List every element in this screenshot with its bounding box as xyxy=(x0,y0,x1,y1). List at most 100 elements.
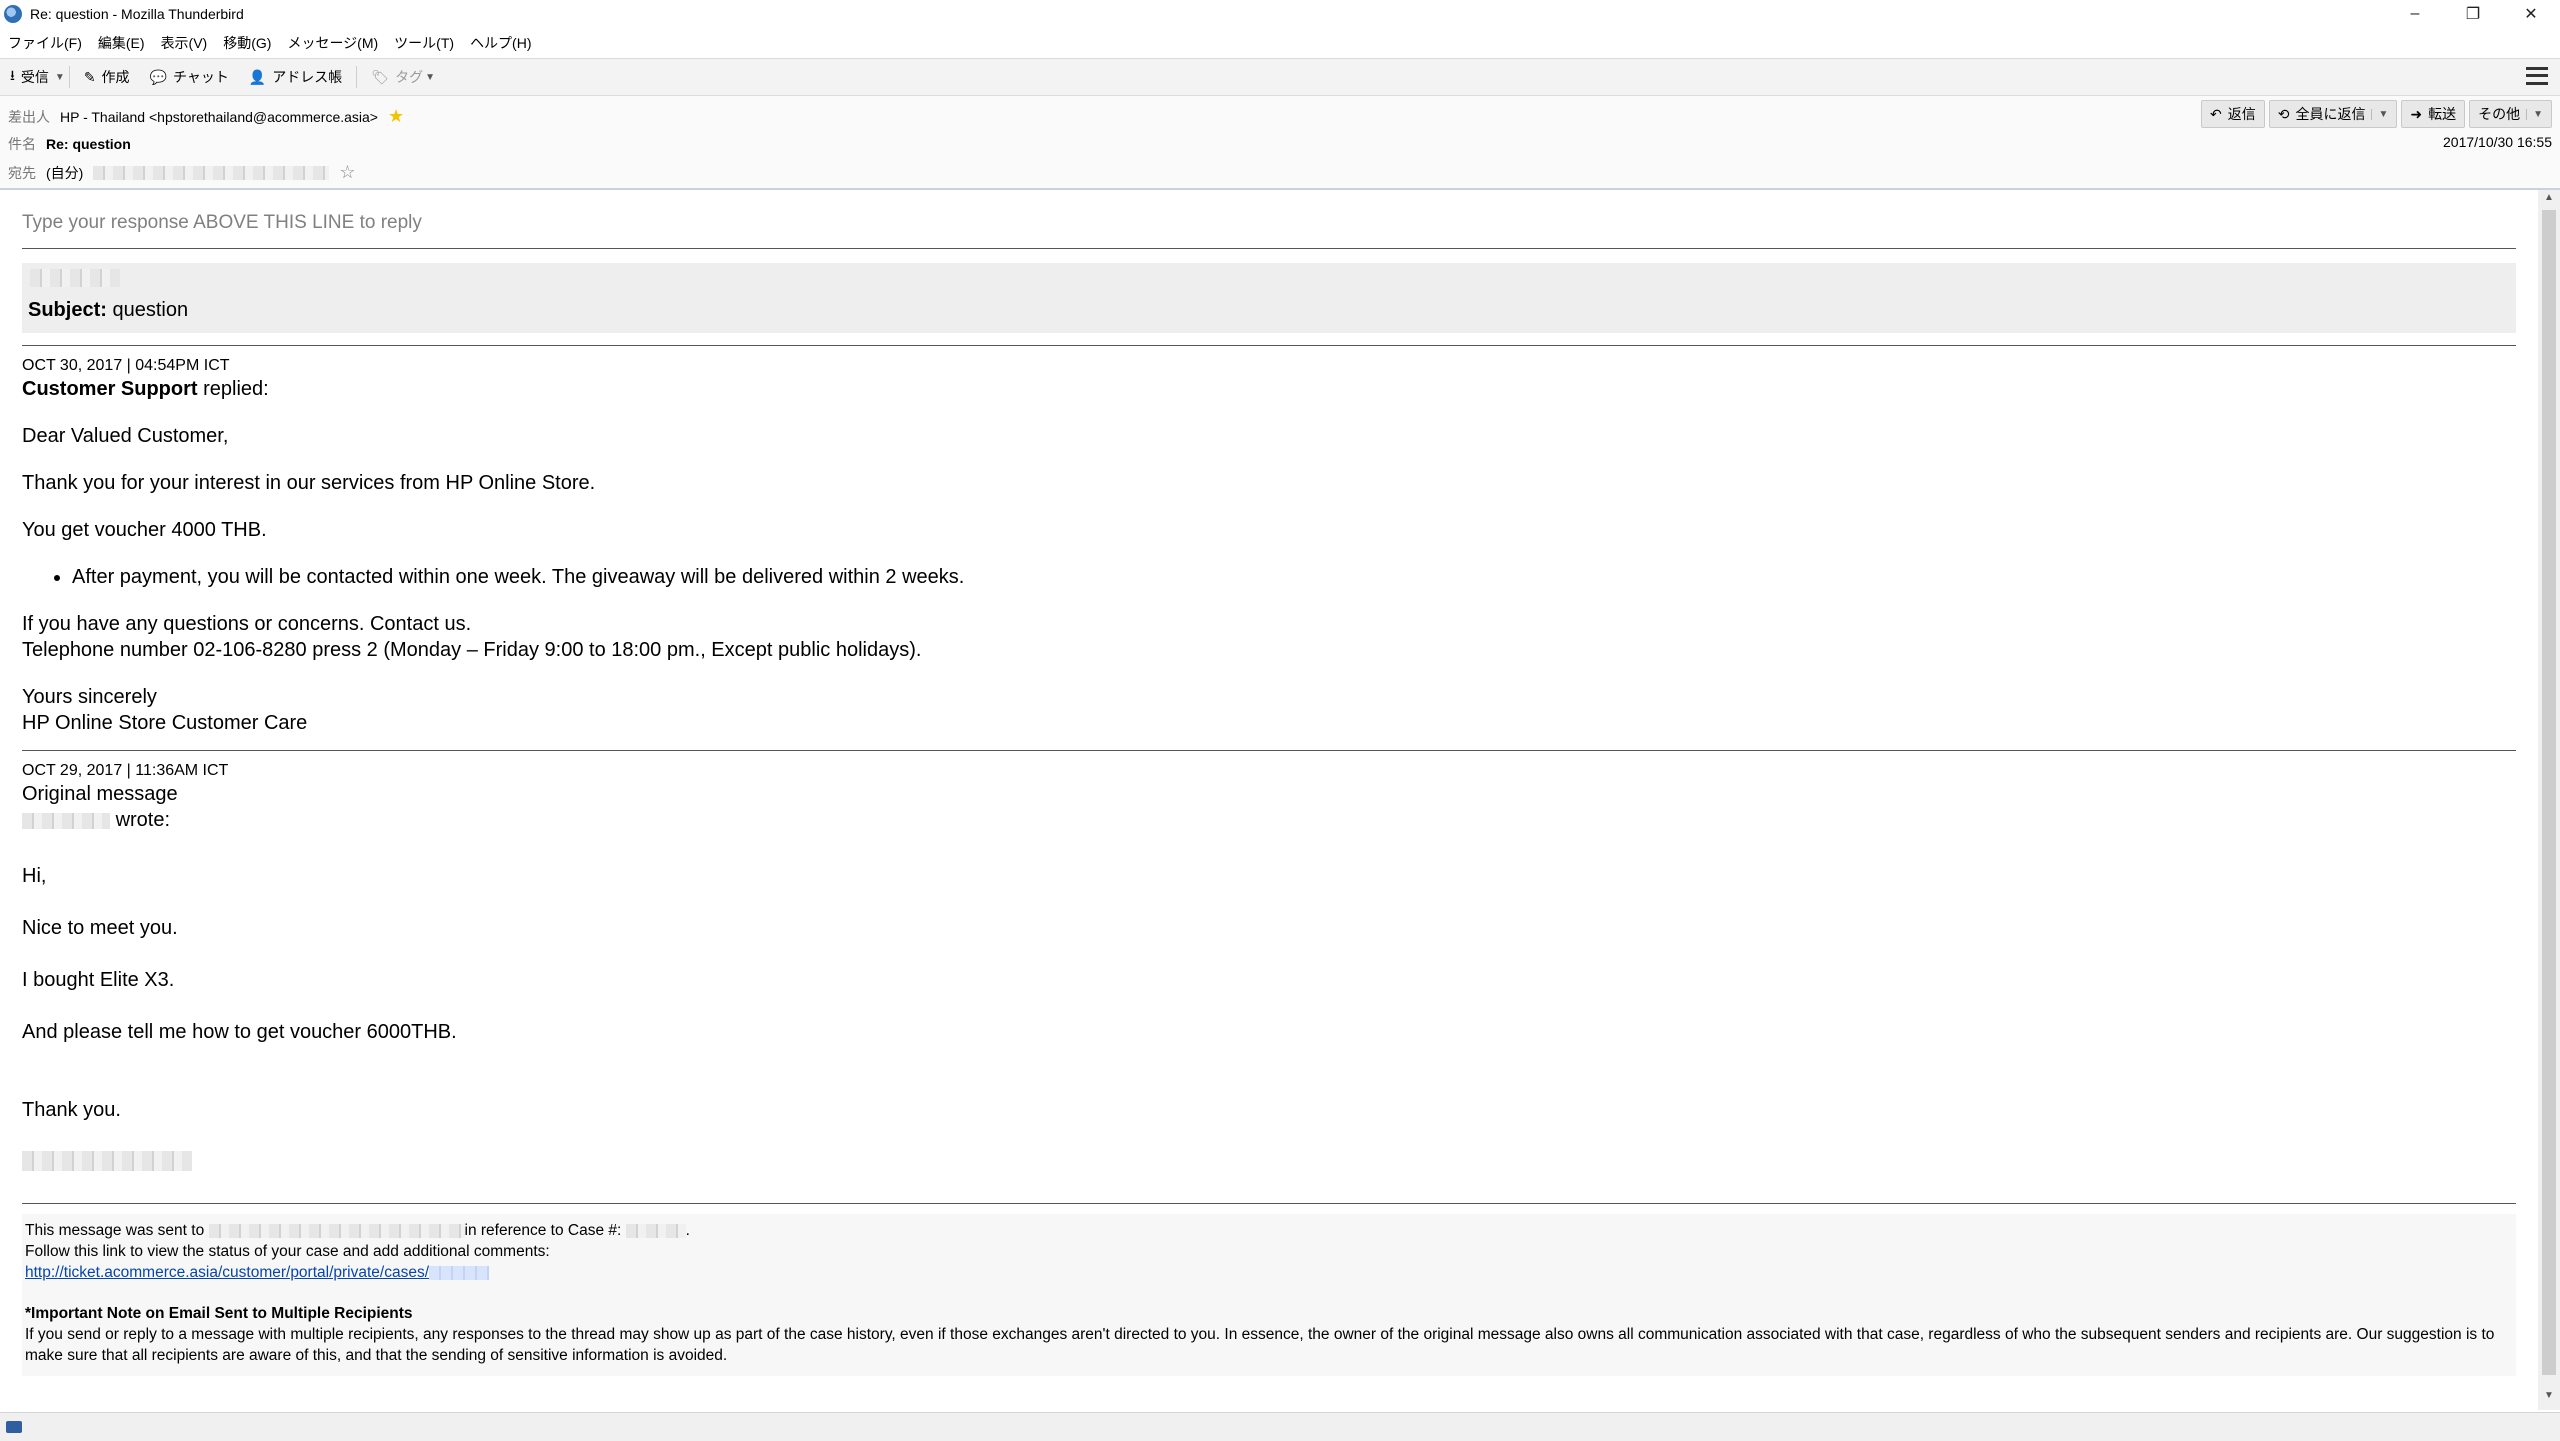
paragraph: Telephone number 02-106-8280 press 2 (Mo… xyxy=(22,639,922,661)
from-row: 差出人 HP - Thailand <hpstorethailand@acomm… xyxy=(8,106,404,127)
get-mail-button[interactable]: ⭳ 受信 xyxy=(0,61,59,93)
subject-label: 件名 xyxy=(8,136,36,152)
reply-all-button[interactable]: ⟲ 全員に返信 ▼ xyxy=(2268,100,2398,128)
subject-row: 件名 Re: question xyxy=(8,134,131,154)
redacted-sender xyxy=(22,812,110,829)
paragraph: Nice to meet you. xyxy=(22,917,178,939)
scroll-up-icon[interactable]: ▲ xyxy=(2538,192,2560,210)
scroll-down-icon[interactable]: ▼ xyxy=(2538,1390,2560,1408)
paragraph: You get voucher 4000 THB. xyxy=(22,519,267,541)
get-mail-label: 受信 xyxy=(20,69,49,85)
message-date: 2017/10/30 16:55 xyxy=(2443,134,2552,150)
vertical-scrollbar[interactable]: ▲ ▼ xyxy=(2538,190,2560,1410)
subject-line-label: Subject: xyxy=(28,299,107,321)
redacted-recipient xyxy=(93,165,330,180)
greeting: Dear Valued Customer, xyxy=(22,425,229,447)
app-menu-icon[interactable] xyxy=(2526,65,2548,87)
menu-file[interactable]: ファイル(F) xyxy=(0,33,90,53)
window-controls: – ❐ ✕ xyxy=(2386,0,2560,28)
reply-buttons: ↶ 返信 ⟲ 全員に返信 ▼ ➜ 転送 その他 ▼ xyxy=(2200,100,2552,128)
reply-all-dropdown-icon[interactable]: ▼ xyxy=(2371,108,2388,120)
paragraph: And please tell me how to get voucher 60… xyxy=(22,1021,457,1043)
tag-button[interactable]: 🏷 タグ ▼ xyxy=(361,63,445,91)
redacted-signature xyxy=(22,1151,192,1171)
title-bar: Re: question - Mozilla Thunderbird – ❐ ✕ xyxy=(0,0,2560,28)
paragraph: Thank you for your interest in our servi… xyxy=(22,472,596,494)
menu-view[interactable]: 表示(V) xyxy=(153,33,216,53)
follow-link-text: Follow this link to view the status of y… xyxy=(25,1243,550,1260)
paragraph: I bought Elite X3. xyxy=(22,969,175,991)
important-note-text: If you send or reply to a message with m… xyxy=(25,1326,2495,1364)
original-message-label: Original message xyxy=(22,783,178,805)
to-value[interactable]: (自分) xyxy=(46,163,83,183)
close-button[interactable]: ✕ xyxy=(2502,0,2560,28)
in-reference-label: in reference to Case #: xyxy=(464,1222,622,1239)
chat-bubble-icon: 💬 xyxy=(149,68,167,85)
menu-bar: ファイル(F) 編集(E) 表示(V) 移動(G) メッセージ(M) ツール(T… xyxy=(0,30,2560,56)
online-status-icon[interactable] xyxy=(6,1421,22,1433)
paragraph: If you have any questions or concerns. C… xyxy=(22,613,472,635)
forward-button[interactable]: ➜ 転送 xyxy=(2401,100,2466,128)
scrollbar-thumb[interactable] xyxy=(2542,210,2556,1375)
subject-line: Subject: question xyxy=(28,297,2510,323)
other-dropdown-icon: ▼ xyxy=(2526,108,2543,120)
reply-above-line-notice: Type your response ABOVE THIS LINE to re… xyxy=(22,212,422,233)
tag-icon: 🏷 xyxy=(371,68,390,85)
message-body: Type your response ABOVE THIS LINE to re… xyxy=(0,190,2536,1410)
reply-action: replied: xyxy=(203,378,269,400)
address-book-button[interactable]: 👤 アドレス帳 xyxy=(239,63,352,91)
message-content: Type your response ABOVE THIS LINE to re… xyxy=(22,190,2516,1376)
menu-go[interactable]: 移動(G) xyxy=(215,33,279,53)
subject-line-value: question xyxy=(112,299,189,321)
footer-notice: This message was sent to in reference to… xyxy=(22,1214,2516,1376)
other-label: その他 xyxy=(2478,106,2521,122)
list-item: After payment, you will be contacted wit… xyxy=(72,564,2516,590)
from-value[interactable]: HP - Thailand <hpstorethailand@acommerce… xyxy=(60,109,378,125)
other-actions-button[interactable]: その他 ▼ xyxy=(2469,100,2552,128)
menu-help[interactable]: ヘルプ(H) xyxy=(462,33,539,53)
minimize-button[interactable]: – xyxy=(2386,0,2444,28)
window-title: Re: question - Mozilla Thunderbird xyxy=(30,6,244,22)
tag-label: タグ xyxy=(395,69,424,85)
forward-label: 転送 xyxy=(2428,106,2457,122)
divider xyxy=(22,345,2516,346)
case-link-line: http://ticket.acommerce.asia/customer/po… xyxy=(25,1262,2513,1283)
redacted-case-number xyxy=(625,1223,686,1238)
status-bar xyxy=(0,1412,2560,1441)
redacted-case-id xyxy=(429,1265,490,1280)
menu-message[interactable]: メッセージ(M) xyxy=(279,33,386,53)
case-status-link[interactable]: http://ticket.acommerce.asia/customer/po… xyxy=(25,1264,429,1281)
wrote-line: wrote: xyxy=(22,807,2516,833)
divider xyxy=(22,248,2516,249)
write-label: 作成 xyxy=(101,69,130,85)
menu-tools[interactable]: ツール(T) xyxy=(386,33,462,53)
reply-all-icon: ⟲ xyxy=(2277,105,2290,122)
person-icon: 👤 xyxy=(248,68,267,85)
message-timestamp: OCT 30, 2017 | 04:54PM ICT xyxy=(22,357,230,374)
important-note-title: *Important Note on Email Sent to Multipl… xyxy=(25,1305,413,1322)
from-label: 差出人 xyxy=(8,108,50,125)
get-mail-dropdown-icon[interactable]: ▼ xyxy=(55,72,65,83)
menu-edit[interactable]: 編集(E) xyxy=(90,33,153,53)
redacted-email xyxy=(208,1223,465,1238)
toolbar-separator xyxy=(356,66,358,88)
reply-author: Customer Support xyxy=(22,378,198,400)
reply-label: 返信 xyxy=(2227,106,2256,122)
download-icon: ⭳ xyxy=(10,67,15,83)
star-icon[interactable]: ★ xyxy=(388,106,404,127)
message-timestamp: OCT 29, 2017 | 11:36AM ICT xyxy=(22,762,229,779)
restore-button[interactable]: ❐ xyxy=(2444,0,2502,28)
reply-author-line: Customer Support replied: xyxy=(22,376,2516,402)
address-book-label: アドレス帳 xyxy=(272,69,343,85)
thunderbird-app-icon xyxy=(4,5,22,23)
chat-button[interactable]: 💬 チャット xyxy=(140,63,239,91)
reply-button[interactable]: ↶ 返信 xyxy=(2200,100,2265,128)
tag-dropdown-icon: ▼ xyxy=(425,71,435,83)
footer-sent-line: This message was sent to in reference to… xyxy=(25,1222,690,1239)
wrote-label: wrote: xyxy=(115,809,171,831)
to-label: 宛先 xyxy=(8,164,36,181)
subject-value: Re: question xyxy=(46,136,131,152)
star-outline-icon[interactable]: ☆ xyxy=(339,162,355,183)
write-button[interactable]: ✎ 作成 xyxy=(74,63,140,91)
main-toolbar: ⭳ 受信 ▼ ✎ 作成 💬 チャット 👤 アドレス帳 🏷 タグ ▼ xyxy=(0,58,2560,96)
